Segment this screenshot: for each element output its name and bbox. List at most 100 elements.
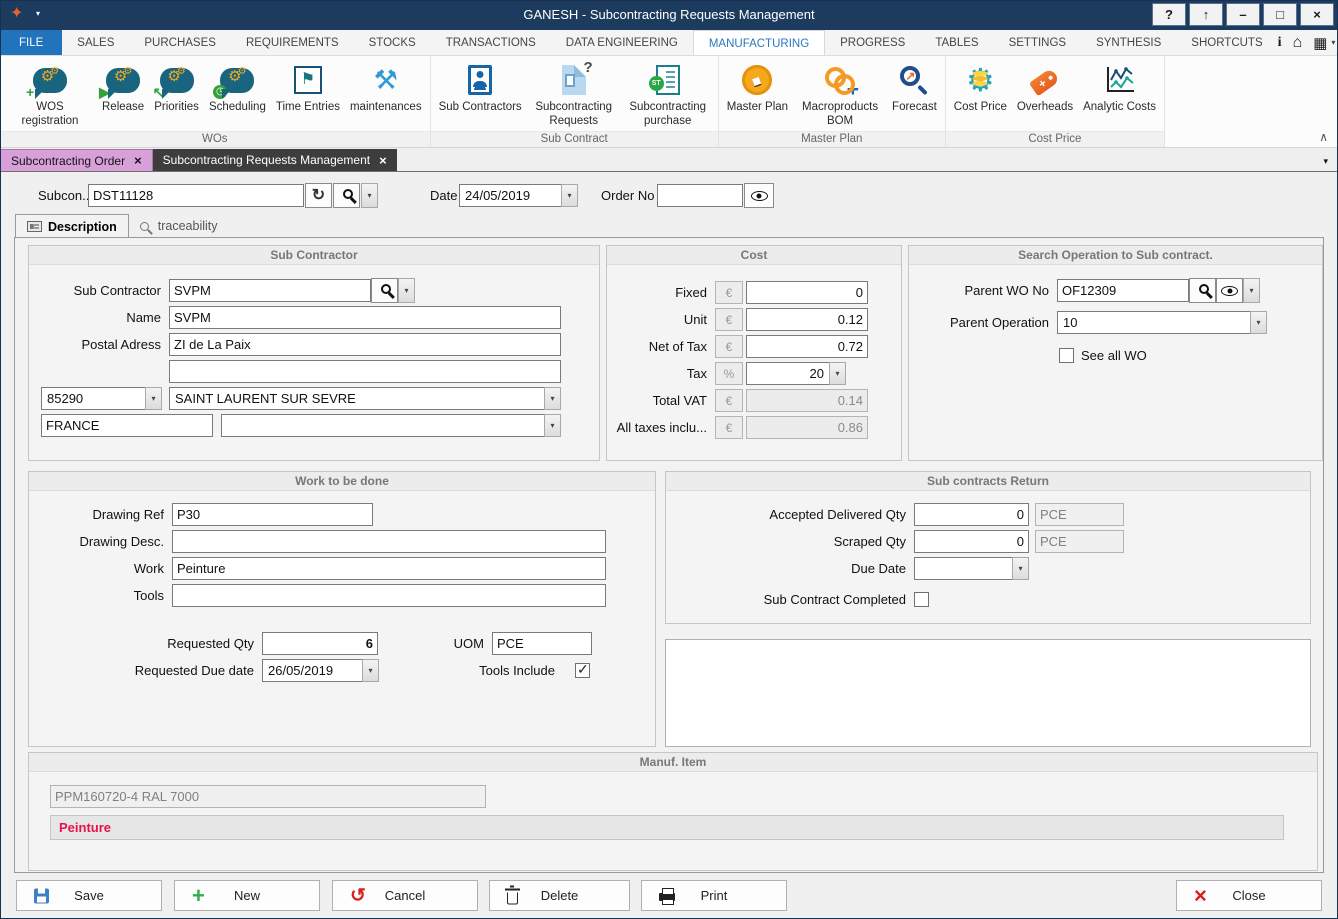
doc-tab-subcontracting-requests-management[interactable]: Subcontracting Requests Management × xyxy=(153,149,397,171)
ribbon-item-subcontracting-requests[interactable]: ? Subcontracting Requests xyxy=(527,58,621,131)
postal-address-input[interactable] xyxy=(169,333,561,356)
ribbon-item-wos-registration[interactable]: ⚙⚙+ WOS registration xyxy=(3,58,97,131)
ribbon-item-release[interactable]: ⚙⚙▶ Release xyxy=(97,58,149,131)
tab-synthesis[interactable]: SYNTHESIS xyxy=(1081,30,1176,55)
sub-contractor-search-button[interactable] xyxy=(371,278,398,303)
uom-input[interactable] xyxy=(492,632,592,655)
ribbon-item-subcontracting-purchase[interactable]: ST Subcontracting purchase xyxy=(621,58,715,131)
chevron-down-icon[interactable]: ▾ xyxy=(544,414,561,437)
subcon-input[interactable] xyxy=(88,184,304,207)
ribbon-item-cost-price[interactable]: ⚙ Cost Price xyxy=(949,58,1012,131)
tab-shortcuts[interactable]: SHORTCUTS xyxy=(1176,30,1277,55)
new-button[interactable]: + New xyxy=(174,880,320,911)
order-view-button[interactable] xyxy=(744,183,774,208)
unit-cost-input[interactable] xyxy=(746,308,868,331)
ribbon-item-sub-contractors[interactable]: Sub Contractors xyxy=(434,58,527,131)
chevron-down-icon[interactable]: ▾ xyxy=(1250,311,1267,334)
tab-progress[interactable]: PROGRESS xyxy=(825,30,920,55)
close-button[interactable]: × Close xyxy=(1176,880,1322,911)
accepted-delivered-qty-input[interactable] xyxy=(914,503,1029,526)
tab-tables[interactable]: TABLES xyxy=(920,30,993,55)
info-icon[interactable]: i xyxy=(1278,35,1282,51)
tab-traceability[interactable]: traceability xyxy=(129,214,229,238)
delete-button[interactable]: Delete xyxy=(489,880,630,911)
all-taxes-included-label: All taxes inclu... xyxy=(607,420,707,435)
sub-contractor-search-dropdown[interactable]: ▾ xyxy=(398,278,415,303)
drawing-ref-input[interactable] xyxy=(172,503,373,526)
sub-contractor-code-input[interactable] xyxy=(169,279,371,302)
ribbon-item-analytic-costs[interactable]: Analytic Costs xyxy=(1078,58,1161,131)
expand-button[interactable]: ↑ xyxy=(1189,3,1223,26)
ribbon-item-overheads[interactable]: + Overheads xyxy=(1012,58,1078,131)
print-button[interactable]: Print xyxy=(641,880,787,911)
home-icon[interactable]: ⌂ xyxy=(1293,34,1303,52)
sub-contract-completed-checkbox[interactable] xyxy=(914,592,929,607)
tab-file[interactable]: FILE xyxy=(0,30,62,55)
order-no-input[interactable] xyxy=(657,184,743,207)
subcon-search-button[interactable] xyxy=(333,183,360,208)
doc-tab-subcontracting-order[interactable]: Subcontracting Order × xyxy=(0,149,153,171)
ribbon-item-scheduling[interactable]: ⚙⚙◷ Scheduling xyxy=(204,58,271,131)
region-combo[interactable]: ▾ xyxy=(221,414,561,437)
subcon-search-dropdown[interactable]: ▾ xyxy=(361,183,378,208)
tab-list-dropdown-icon[interactable]: ▾ xyxy=(1323,156,1338,171)
country-input[interactable] xyxy=(41,414,213,437)
close-window-button[interactable]: × xyxy=(1300,3,1334,26)
cancel-button[interactable]: ↺ Cancel xyxy=(332,880,478,911)
parent-wo-view-button[interactable] xyxy=(1216,278,1243,303)
ribbon-item-priorities[interactable]: ⚙⚙↖ Priorities xyxy=(149,58,204,131)
close-tab-icon[interactable]: × xyxy=(134,154,142,167)
due-date-combo[interactable]: ▾ xyxy=(914,557,1029,580)
tab-sales[interactable]: SALES xyxy=(62,30,129,55)
tools-include-checkbox[interactable] xyxy=(575,663,590,678)
date-combo[interactable]: 24/05/2019 ▾ xyxy=(459,184,578,207)
ribbon-item-maintenances[interactable]: ⚒ maintenances xyxy=(345,58,427,131)
address-line2-input[interactable] xyxy=(169,360,561,383)
parent-wo-dropdown[interactable]: ▾ xyxy=(1243,278,1260,303)
close-tab-icon[interactable]: × xyxy=(379,154,387,167)
tax-combo[interactable]: 20 ▾ xyxy=(746,362,846,385)
tab-description[interactable]: Description xyxy=(15,214,129,238)
maximize-button[interactable]: □ xyxy=(1263,3,1297,26)
tab-stocks[interactable]: STOCKS xyxy=(354,30,431,55)
work-input[interactable] xyxy=(172,557,606,580)
name-input[interactable] xyxy=(169,306,561,329)
ribbon-item-forecast[interactable]: ↗ Forecast xyxy=(887,58,942,131)
chevron-down-icon[interactable]: ▾ xyxy=(829,362,846,385)
tab-purchases[interactable]: PURCHASES xyxy=(129,30,231,55)
subcon-refresh-button[interactable]: ↻ xyxy=(305,183,332,208)
chevron-down-icon[interactable]: ▾ xyxy=(561,184,578,207)
ribbon-item-macroproducts-bom[interactable]: + Macroproducts BOM xyxy=(793,58,887,131)
return-notes-textarea[interactable] xyxy=(665,639,1311,747)
zip-combo[interactable]: 85290 ▾ xyxy=(41,387,162,410)
tab-requirements[interactable]: REQUIREMENTS xyxy=(231,30,354,55)
chevron-down-icon[interactable]: ▾ xyxy=(145,387,162,410)
tab-settings[interactable]: SETTINGS xyxy=(994,30,1082,55)
parent-wo-input[interactable] xyxy=(1057,279,1189,302)
city-combo[interactable]: SAINT LAURENT SUR SEVRE ▾ xyxy=(169,387,561,410)
calculator-icon[interactable]: ▦ xyxy=(1313,34,1327,52)
chevron-down-icon[interactable]: ▾ xyxy=(544,387,561,410)
scraped-qty-input[interactable] xyxy=(914,530,1029,553)
net-of-tax-input[interactable] xyxy=(746,335,868,358)
drawing-desc-input[interactable] xyxy=(172,530,606,553)
requested-due-date-combo[interactable]: 26/05/2019 ▾ xyxy=(262,659,379,682)
chevron-down-icon[interactable]: ▾ xyxy=(1012,557,1029,580)
tab-data-engineering[interactable]: DATA ENGINEERING xyxy=(551,30,693,55)
minimize-button[interactable]: – xyxy=(1226,3,1260,26)
tab-manufacturing[interactable]: MANUFACTURING xyxy=(693,30,825,55)
parent-operation-combo[interactable]: 10 ▾ xyxy=(1057,311,1267,334)
ribbon-item-time-entries[interactable]: ⚑ Time Entries xyxy=(271,58,345,131)
see-all-wo-checkbox[interactable] xyxy=(1059,348,1074,363)
ribbon-collapse-icon[interactable]: ∧ xyxy=(1319,130,1328,144)
chevron-down-icon[interactable]: ▾ xyxy=(362,659,379,682)
tools-input[interactable] xyxy=(172,584,606,607)
parent-wo-search-button[interactable] xyxy=(1189,278,1216,303)
calculator-dropdown-icon[interactable]: ▾ xyxy=(1331,38,1335,47)
requested-qty-input[interactable] xyxy=(262,632,378,655)
tab-transactions[interactable]: TRANSACTIONS xyxy=(431,30,551,55)
help-button[interactable]: ? xyxy=(1152,3,1186,26)
ribbon-item-master-plan[interactable]: ◆ Master Plan xyxy=(722,58,793,131)
save-button[interactable]: Save xyxy=(16,880,162,911)
fixed-input[interactable] xyxy=(746,281,868,304)
